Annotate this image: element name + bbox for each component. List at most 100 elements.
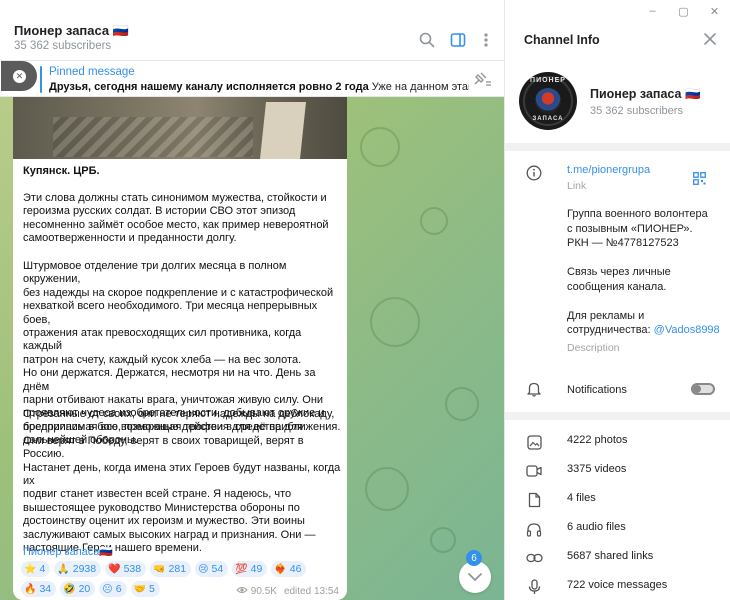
reaction-emoji: ❤️ — [108, 563, 121, 575]
qr-code-icon[interactable] — [693, 172, 706, 190]
media-row-voice[interactable]: 722 voice messages — [505, 572, 730, 600]
media-row-photos[interactable]: 4222 photos — [505, 427, 730, 456]
reaction-chip[interactable]: ⭐ 4 — [21, 561, 51, 577]
reaction-chip[interactable]: ❤️ 538 — [105, 561, 147, 577]
description-label: Description — [567, 342, 620, 354]
description-line: РКН — №4778127523 — [567, 237, 679, 249]
divider — [505, 412, 730, 420]
reaction-chip[interactable]: 🙏 2938 — [54, 561, 102, 577]
close-window-button[interactable]: ✕ — [699, 0, 730, 22]
message-photo[interactable] — [13, 97, 347, 159]
photo-icon — [525, 433, 543, 451]
description-line: Группа военного волонтера — [567, 208, 708, 220]
reaction-emoji: 🤝 — [133, 583, 147, 595]
unread-badge: 6 — [466, 550, 482, 566]
reaction-count: 54 — [211, 563, 224, 575]
message-paragraph-3: Отрезанные от своих, они не теряют надеж… — [23, 408, 341, 555]
info-panel-title: Channel Info — [524, 33, 600, 47]
media-row-audio[interactable]: 6 audio files — [505, 514, 730, 543]
window-controls: – ▢ ✕ — [637, 0, 730, 22]
search-icon[interactable] — [417, 30, 437, 50]
description-line: Связь через личные — [567, 266, 671, 278]
pin-list-icon[interactable] — [472, 71, 492, 92]
reaction-count: 4 — [39, 563, 46, 575]
reaction-emoji: 💯 — [235, 563, 248, 575]
description-mention-link[interactable]: @Vados8998 — [654, 324, 720, 336]
chat-title: Пионер запаса 🇷🇺 — [14, 23, 129, 38]
reaction-emoji: ❤️‍🔥 — [274, 563, 287, 575]
sidebar-toggle-icon[interactable] — [448, 30, 468, 50]
media-label: 4 files — [567, 492, 596, 504]
reaction-count: 5 — [149, 583, 155, 595]
description-line — [567, 251, 720, 266]
message-signature-link[interactable]: Пионер запаса🇷🇺 — [23, 545, 113, 558]
edited-time: edited 13:54 — [283, 586, 339, 597]
channel-description: Группа военного волонтера с позывным «ПИО… — [567, 207, 720, 338]
video-icon — [525, 462, 543, 480]
reaction-count: 281 — [168, 563, 187, 575]
close-info-icon[interactable] — [703, 32, 717, 51]
reaction-emoji: 🤜 — [153, 563, 166, 575]
reaction-chip[interactable]: 💯 49 — [232, 561, 268, 577]
media-label: 722 voice messages — [567, 579, 668, 591]
chat-header[interactable]: Пионер запаса 🇷🇺 35 362 subscribers — [0, 0, 504, 61]
reaction-emoji: 🙏 — [57, 563, 70, 575]
more-options-icon[interactable] — [476, 30, 496, 50]
chat-area: Пионер запаса 🇷🇺 35 362 subscribers Pinn… — [0, 0, 504, 600]
description-line — [567, 294, 720, 309]
close-float-button[interactable]: ✕ — [1, 61, 37, 91]
bell-icon — [525, 380, 543, 398]
media-row-links[interactable]: 5687 shared links — [505, 543, 730, 572]
channel-info-panel: Channel Info ПИОНЕР ЗАПАСА Пионер запаса… — [504, 0, 730, 600]
close-icon: ✕ — [13, 69, 26, 83]
reaction-chip[interactable]: 🤝 5 — [130, 581, 160, 597]
description-line: сотрудничества: @Vados8998 — [567, 324, 720, 336]
reaction-chip[interactable]: ❤️‍🔥 46 — [271, 561, 307, 577]
headphones-icon — [525, 520, 543, 538]
pinned-text-rest: Уже на данном этапе ... — [371, 81, 469, 93]
reaction-chip[interactable]: 🤜 281 — [150, 561, 192, 577]
avatar-text-bottom: ЗАПАСА — [532, 116, 564, 122]
pinned-text-bold: Друзья, сегодня нашему каналу исполняетс… — [49, 81, 369, 93]
pinned-accent-bar — [40, 66, 42, 93]
description-line: с позывным «ПИОНЕР». — [567, 222, 693, 235]
notifications-label: Notifications — [567, 384, 627, 396]
channel-link[interactable]: t.me/pionergrupa — [567, 163, 650, 178]
description-line: сообщения канала. — [567, 280, 667, 293]
message-meta: 90.5K edited 13:54 — [236, 586, 339, 597]
reaction-chip[interactable]: 😐 6 — [99, 581, 127, 597]
media-label: 5687 shared links — [567, 550, 654, 562]
reaction-emoji: 🤣 — [63, 583, 76, 595]
pinned-message-bar[interactable]: Pinned message Друзья, сегодня нашему ка… — [0, 61, 504, 97]
channel-avatar[interactable]: ПИОНЕР ЗАПАСА — [519, 72, 577, 130]
maximize-button[interactable]: ▢ — [668, 0, 699, 22]
file-icon — [525, 491, 543, 509]
reaction-count: 20 — [78, 583, 91, 595]
notifications-toggle[interactable] — [691, 383, 715, 395]
media-label: 3375 videos — [567, 463, 627, 475]
chevron-down-icon — [468, 573, 482, 581]
media-label: 4222 photos — [567, 434, 628, 446]
pinned-label: Pinned message — [49, 66, 135, 78]
link-icon — [525, 549, 543, 567]
reaction-count: 538 — [123, 563, 142, 575]
reaction-emoji: 😢 — [198, 563, 209, 575]
media-row-videos[interactable]: 3375 videos — [505, 456, 730, 485]
reaction-emoji: 🔥 — [24, 583, 37, 595]
media-label: 6 audio files — [567, 521, 626, 533]
media-row-files[interactable]: 4 files — [505, 485, 730, 514]
microphone-icon — [525, 578, 543, 596]
channel-name: Пионер запаса 🇷🇺 — [590, 87, 701, 101]
reaction-count: 34 — [39, 583, 52, 595]
pinned-text: Друзья, сегодня нашему каналу исполняетс… — [49, 81, 469, 93]
views-icon — [236, 586, 248, 597]
divider — [505, 143, 730, 151]
minimize-button[interactable]: – — [637, 0, 668, 22]
reaction-chip[interactable]: 🔥 34 — [21, 581, 57, 597]
reaction-count: 46 — [289, 563, 302, 575]
channel-subscribers: 35 362 subscribers — [590, 105, 683, 117]
message-bubble[interactable]: Купянск. ЦРБ. Эти слова должны стать син… — [13, 97, 347, 600]
reaction-chip[interactable]: 😢 54 — [195, 561, 229, 577]
info-icon — [525, 164, 543, 182]
reaction-chip[interactable]: 🤣 20 — [60, 581, 96, 597]
